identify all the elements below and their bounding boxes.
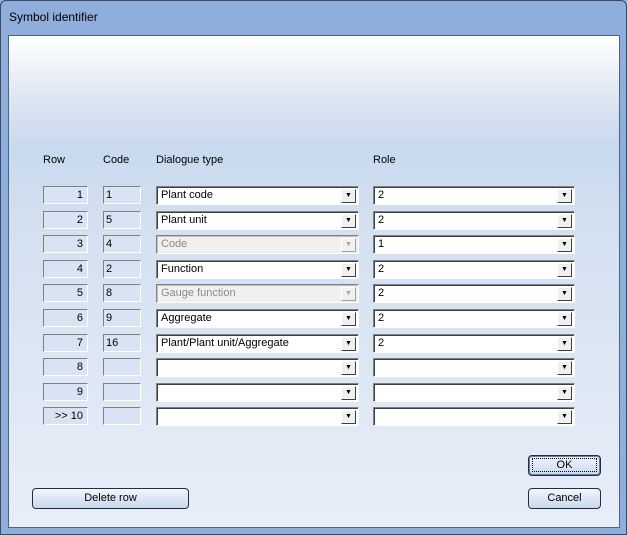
delete-row-button[interactable]: Delete row: [32, 488, 189, 509]
role-combo[interactable]: ▼: [373, 407, 575, 426]
code-field[interactable]: [103, 358, 141, 376]
dialogue-type-combo[interactable]: Aggregate ▼: [156, 309, 359, 328]
chevron-down-icon[interactable]: ▼: [341, 337, 356, 351]
role-combo[interactable]: ▼: [373, 383, 575, 402]
window-title: Symbol identifier: [9, 10, 98, 24]
dialogue-type-combo[interactable]: Function ▼: [156, 260, 359, 279]
chevron-down-icon[interactable]: ▼: [557, 410, 572, 424]
dialogue-type-value: Plant unit: [161, 214, 207, 226]
code-field[interactable]: 16: [103, 334, 141, 352]
dialogue-type-combo[interactable]: ▼: [156, 407, 359, 426]
code-field[interactable]: 5: [103, 211, 141, 229]
role-value: 2: [378, 337, 385, 349]
code-field[interactable]: 2: [103, 260, 141, 278]
dialogue-type-combo[interactable]: ▼: [156, 358, 359, 377]
code-field[interactable]: 9: [103, 309, 141, 327]
cancel-button[interactable]: Cancel: [528, 488, 601, 509]
code-field[interactable]: [103, 407, 141, 425]
chevron-down-icon[interactable]: ▼: [557, 238, 572, 252]
role-combo[interactable]: 1 ▼: [373, 235, 575, 254]
chevron-down-icon[interactable]: ▼: [557, 263, 572, 277]
row-number-field: 2: [43, 211, 88, 229]
role-combo[interactable]: 2 ▼: [373, 260, 575, 279]
row-number-field: 8: [43, 358, 88, 376]
dialogue-type-value: Code: [161, 238, 188, 250]
ok-button[interactable]: OK: [528, 455, 601, 476]
dialogue-type-value: Plant code: [161, 189, 213, 201]
chevron-down-icon: ▼: [341, 287, 356, 301]
ok-label: OK: [531, 458, 598, 472]
dialogue-type-combo[interactable]: Plant code ▼: [156, 186, 359, 205]
header-row: Row: [43, 154, 66, 166]
role-value: 2: [378, 312, 385, 324]
header-role: Role: [373, 154, 396, 166]
dialogue-type-combo[interactable]: ▼: [156, 383, 359, 402]
dialogue-type-value: Function: [161, 263, 204, 275]
dialogue-type-value: Plant/Plant unit/Aggregate: [161, 337, 289, 349]
chevron-down-icon: ▼: [341, 238, 356, 252]
chevron-down-icon[interactable]: ▼: [557, 337, 572, 351]
code-field[interactable]: 8: [103, 284, 141, 302]
chevron-down-icon[interactable]: ▼: [341, 214, 356, 228]
row-number-field: 1: [43, 186, 88, 204]
chevron-down-icon[interactable]: ▼: [557, 386, 572, 400]
chevron-down-icon[interactable]: ▼: [557, 361, 572, 375]
dialogue-type-value: Aggregate: [161, 312, 212, 324]
dialogue-type-combo[interactable]: Plant/Plant unit/Aggregate ▼: [156, 334, 359, 353]
chevron-down-icon[interactable]: ▼: [341, 386, 356, 400]
chevron-down-icon[interactable]: ▼: [341, 410, 356, 424]
role-combo[interactable]: 2 ▼: [373, 284, 575, 303]
role-value: 2: [378, 263, 385, 275]
row-number-field: 7: [43, 334, 88, 352]
row-number-field: 6: [43, 309, 88, 327]
role-combo[interactable]: 2 ▼: [373, 186, 575, 205]
role-value: 1: [378, 238, 385, 250]
header-dialogue-type: Dialogue type: [156, 154, 224, 166]
row-number-field: 4: [43, 260, 88, 278]
role-value: 2: [378, 214, 385, 226]
code-field[interactable]: 1: [103, 186, 141, 204]
chevron-down-icon[interactable]: ▼: [557, 287, 572, 301]
role-combo[interactable]: 2 ▼: [373, 309, 575, 328]
role-combo[interactable]: ▼: [373, 358, 575, 377]
role-value: 2: [378, 287, 385, 299]
dialogue-type-combo: Gauge function ▼: [156, 284, 359, 303]
role-combo[interactable]: 2 ▼: [373, 211, 575, 230]
chevron-down-icon[interactable]: ▼: [341, 189, 356, 203]
row-number-field: 3: [43, 235, 88, 253]
code-field[interactable]: 4: [103, 235, 141, 253]
dialogue-type-value: Gauge function: [161, 287, 236, 299]
dialogue-type-combo: Code ▼: [156, 235, 359, 254]
row-number-field: 5: [43, 284, 88, 302]
chevron-down-icon[interactable]: ▼: [557, 312, 572, 326]
dialogue-type-combo[interactable]: Plant unit ▼: [156, 211, 359, 230]
header-code: Code: [103, 154, 130, 166]
row-number-field: >> 10: [43, 407, 88, 425]
chevron-down-icon[interactable]: ▼: [557, 189, 572, 203]
dialog-window: Symbol identifier Row Code Dialogue type…: [0, 0, 627, 535]
role-value: 2: [378, 189, 385, 201]
role-combo[interactable]: 2 ▼: [373, 334, 575, 353]
chevron-down-icon[interactable]: ▼: [341, 361, 356, 375]
chevron-down-icon[interactable]: ▼: [341, 312, 356, 326]
dialog-client: Row Code Dialogue type Role 1 1 Plant co…: [8, 35, 620, 528]
row-number-field: 9: [43, 383, 88, 401]
chevron-down-icon[interactable]: ▼: [557, 214, 572, 228]
code-field[interactable]: [103, 383, 141, 401]
chevron-down-icon[interactable]: ▼: [341, 263, 356, 277]
